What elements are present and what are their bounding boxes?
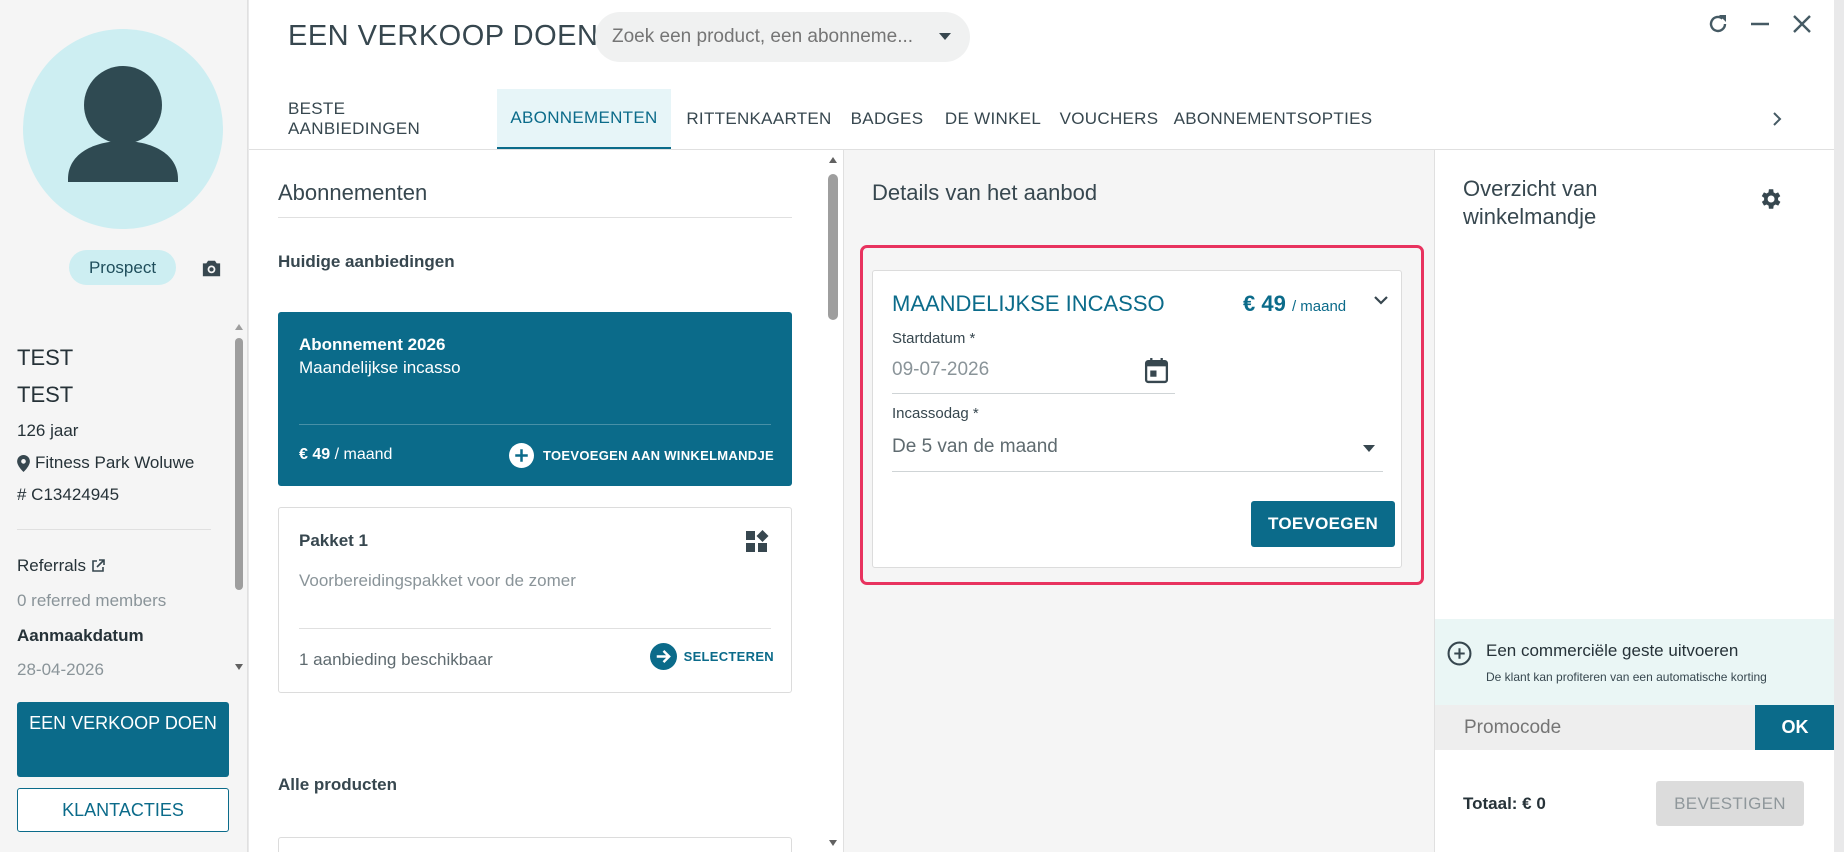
tab-badges[interactable]: BADGES	[847, 89, 927, 149]
input-underline	[892, 471, 1383, 472]
background-edge	[1834, 0, 1844, 852]
customer-id-value: # C13424945	[17, 485, 120, 504]
dropdown-caret-icon[interactable]	[938, 32, 952, 41]
category-tabs: BESTE AANBIEDINGEN ABONNEMENTEN RITTENKA…	[249, 89, 1834, 150]
location-pin-icon	[17, 454, 30, 472]
tab-subscriptions[interactable]: ABONNEMENTEN	[497, 89, 671, 149]
offer-price-period: / maand	[334, 446, 393, 463]
promo-field[interactable]	[1435, 705, 1755, 750]
created-label: Aanmaakdatum	[17, 626, 144, 645]
minimize-icon[interactable]	[1748, 12, 1772, 36]
divider	[299, 424, 771, 425]
tab-ride-cards[interactable]: RITTENKAARTEN	[685, 89, 833, 149]
current-offers-label: Huidige aanbiedingen	[278, 252, 455, 271]
offer-detail-price: € 49 / maand	[1243, 291, 1346, 317]
gear-icon[interactable]	[1757, 186, 1783, 212]
user-silhouette-icon	[68, 66, 178, 182]
add-button[interactable]: TOEVOEGEN	[1251, 501, 1395, 547]
product-search[interactable]	[595, 12, 970, 62]
customer-panel: Prospect TEST TEST 126 jaar Fitness Park…	[0, 0, 248, 852]
club-name: Fitness Park Woluwe	[35, 453, 195, 472]
details-title: Details van het aanbod	[872, 180, 1098, 205]
sell-button[interactable]: EEN VERKOOP DOEN	[17, 702, 229, 777]
customer-actions-button[interactable]: KLANTACTIES	[17, 788, 229, 832]
commercial-gesture[interactable]: Een commerciële geste uitvoeren De klant…	[1435, 619, 1835, 705]
created-date: 28-04-2026	[17, 660, 104, 679]
offer-name: Abonnement 2026	[299, 335, 446, 354]
add-to-cart-label: TOEVOEGEN AAN WINKELMANDJE	[543, 448, 774, 463]
input-underline	[892, 393, 1175, 394]
confirm-button[interactable]: BEVESTIGEN	[1656, 781, 1804, 826]
collection-day-label: Incassodag *	[892, 405, 979, 422]
cart-total: Totaal: € 0	[1463, 794, 1546, 813]
package-card[interactable]: Pakket 1 Voorbereidingspakket voor de zo…	[278, 507, 792, 693]
external-link-icon[interactable]	[91, 559, 105, 573]
tab-subscription-options[interactable]: ABONNEMENTSOPTIES	[1173, 89, 1373, 149]
camera-icon[interactable]	[201, 259, 222, 283]
offer-details-column: Details van het aanbod MAANDELIJKSE INCA…	[843, 150, 1434, 852]
cart-title: Overzicht van winkelmandje	[1463, 176, 1598, 229]
all-products-label: Alle producten	[278, 775, 398, 794]
status-badge: Prospect	[69, 250, 176, 285]
scrollbar-thumb[interactable]	[235, 338, 243, 590]
referred-members: 0 referred members	[17, 591, 167, 610]
search-input[interactable]	[612, 26, 922, 48]
collection-day-select[interactable]: De 5 van de maand	[892, 436, 1058, 458]
refresh-icon[interactable]	[1706, 12, 1730, 36]
close-icon[interactable]	[1790, 12, 1814, 36]
calendar-icon[interactable]	[1144, 357, 1169, 384]
start-date-label: Startdatum *	[892, 330, 976, 347]
offer-detail-title: MAANDELIJKSE INCASSO	[892, 291, 1165, 316]
scroll-up-icon[interactable]	[828, 155, 838, 165]
chevron-right-icon[interactable]	[1772, 111, 1782, 127]
package-availability: 1 aanbieding beschikbaar	[299, 650, 493, 669]
referrals[interactable]: Referrals	[17, 556, 105, 576]
add-to-cart-button[interactable]: TOEVOEGEN AAN WINKELMANDJE	[509, 443, 774, 468]
detail-price-value: € 49	[1243, 291, 1286, 316]
dropdown-caret-icon[interactable]	[1362, 444, 1376, 453]
gesture-title: Een commerciële geste uitvoeren	[1486, 641, 1739, 660]
scrollbar-thumb[interactable]	[828, 174, 838, 320]
widgets-icon	[746, 530, 769, 552]
subscriptions-title: Abonnementen	[278, 180, 428, 205]
package-description: Voorbereidingspakket voor de zomer	[299, 571, 576, 590]
divider	[278, 217, 792, 218]
tab-shop[interactable]: DE WINKEL	[941, 89, 1045, 149]
cart-column: Overzicht van winkelmandje Een commercië…	[1434, 150, 1835, 852]
chevron-down-icon[interactable]	[1373, 295, 1389, 305]
offer-price: € 49 / maand	[299, 446, 392, 464]
avatar[interactable]	[23, 29, 223, 229]
arrow-right-circle-icon	[649, 643, 677, 670]
package-name: Pakket 1	[299, 531, 368, 550]
scroll-down-icon[interactable]	[828, 838, 838, 848]
age: 126 jaar	[17, 421, 78, 441]
divider	[299, 628, 771, 629]
offer-card[interactable]: Abonnement 2026 Maandelijkse incasso € 4…	[278, 312, 792, 486]
sale-dialog: EEN VERKOOP DOEN BESTE AANBIEDINGEN ABON…	[249, 0, 1835, 852]
offer-subtitle: Maandelijkse incasso	[299, 358, 461, 377]
promo-input[interactable]	[1464, 716, 1744, 739]
product-card[interactable]	[278, 837, 792, 852]
referrals-label: Referrals	[17, 556, 86, 575]
dialog-title: EEN VERKOOP DOEN	[288, 20, 599, 52]
select-button[interactable]: SELECTEREN	[649, 643, 774, 670]
detail-price-period: / maand	[1291, 298, 1347, 315]
tab-vouchers[interactable]: VOUCHERS	[1059, 89, 1159, 149]
offer-detail-card: MAANDELIJKSE INCASSO € 49 / maand Startd…	[872, 270, 1402, 568]
club: Fitness Park Woluwe	[17, 453, 194, 473]
plus-circle-icon	[1447, 641, 1472, 666]
first-name: TEST	[17, 345, 74, 370]
promo-ok-button[interactable]: OK	[1755, 705, 1835, 750]
offer-price-value: € 49	[299, 446, 331, 463]
plus-circle-icon	[509, 443, 535, 468]
customer-id: # C13424945	[17, 485, 119, 505]
gesture-subtitle: De klant kan profiteren van een automati…	[1486, 670, 1767, 684]
tab-best-offers[interactable]: BESTE AANBIEDINGEN	[288, 89, 472, 149]
start-date-field[interactable]: 09-07-2026	[892, 359, 989, 381]
select-label: SELECTEREN	[683, 649, 774, 664]
last-name: TEST	[17, 382, 74, 407]
divider	[17, 529, 211, 530]
age-value: 126 jaar	[17, 421, 79, 440]
